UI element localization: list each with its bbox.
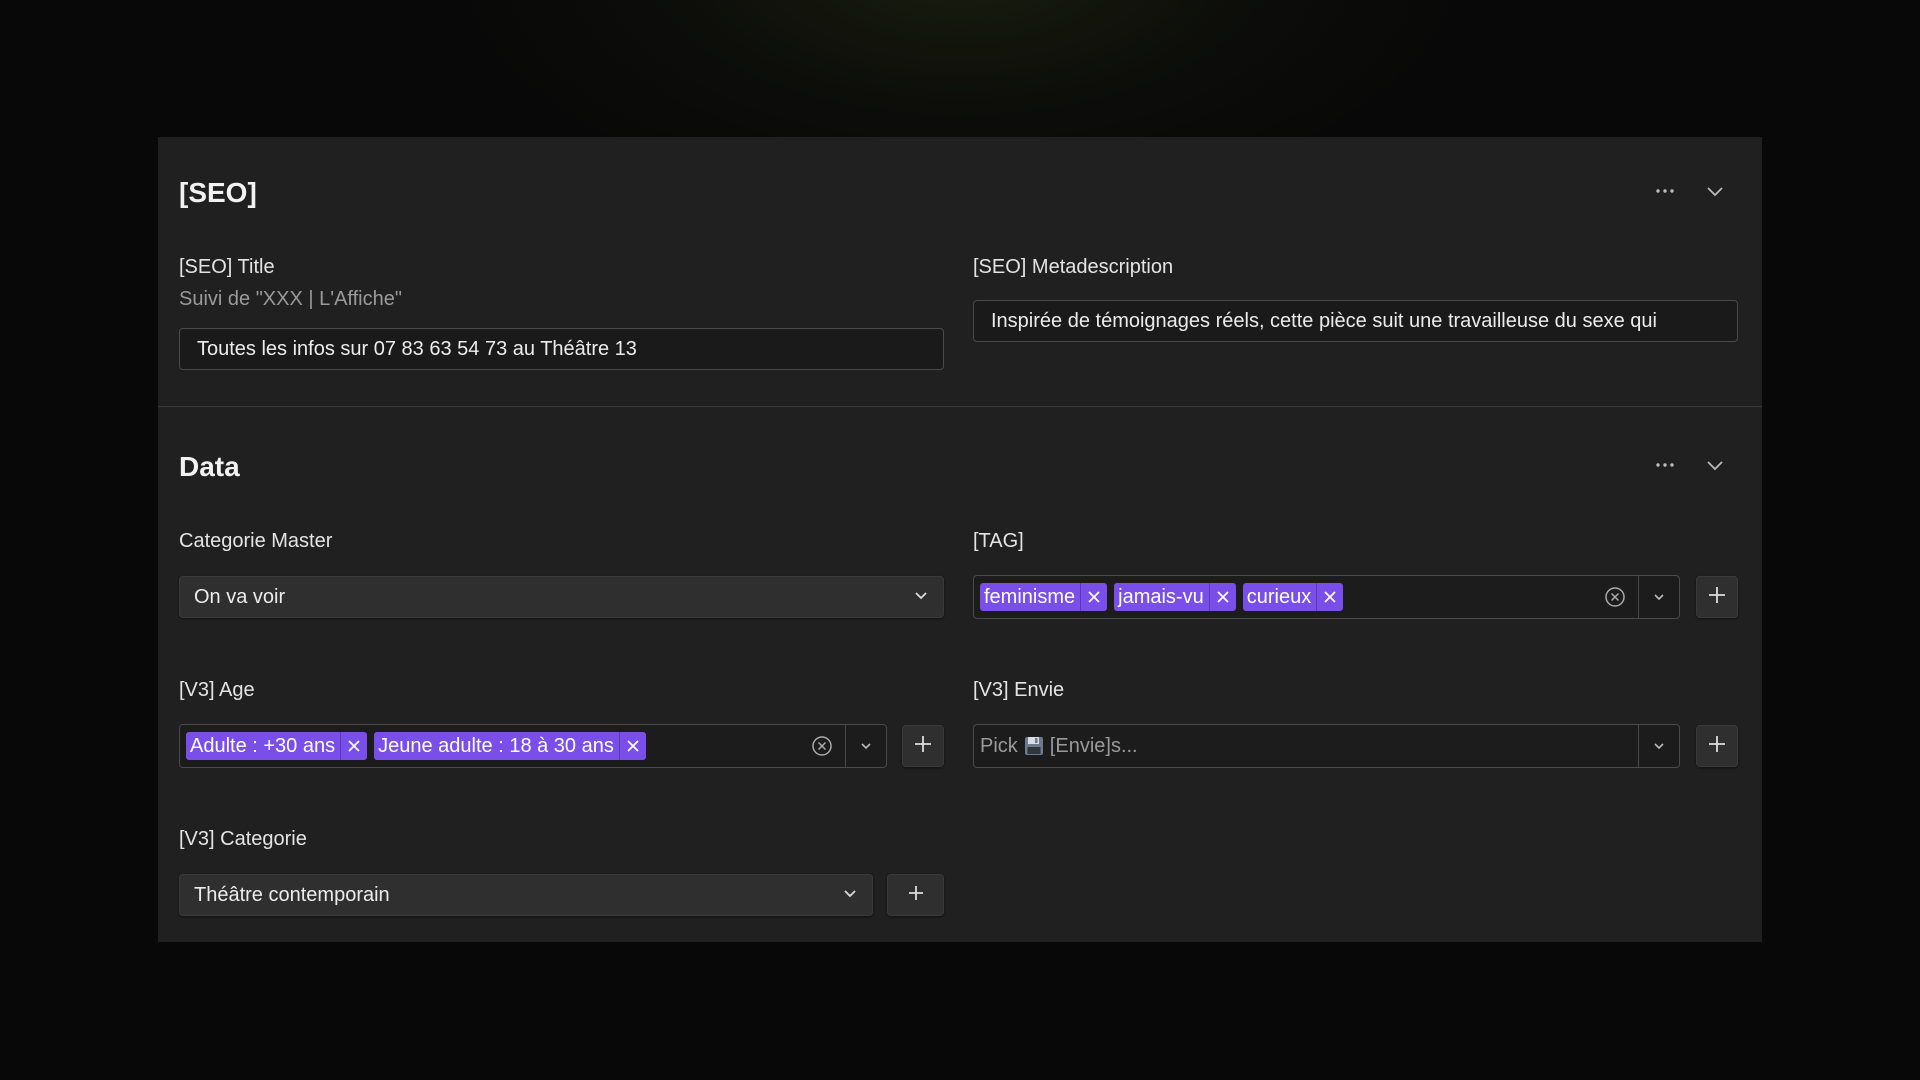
age-label: [V3] Age	[179, 679, 255, 701]
envie-placeholder-suffix: [Envie]s...	[1049, 734, 1138, 757]
tag-chip-label: curieux	[1246, 585, 1312, 608]
categorie-label: [V3] Categorie	[179, 828, 307, 850]
seo-metadescription-label: [SEO] Metadescription	[973, 256, 1174, 278]
chevron-down-icon[interactable]	[1639, 725, 1679, 767]
section-title-seo: [SEO]	[179, 177, 257, 208]
envie-multiselect[interactable]: Pick [Envie]s...	[973, 724, 1680, 768]
tag-chip: curieux	[1242, 583, 1344, 611]
section-actions	[1654, 180, 1726, 202]
add-categorie-button[interactable]	[887, 874, 944, 916]
collapse-chevron-icon[interactable]	[1704, 454, 1726, 476]
tag-multiselect[interactable]: feminisme jamais-vu curieux	[973, 575, 1680, 619]
age-tag-list: Adulte : +30 ans Jeune adulte : 18 à 30 …	[180, 732, 809, 760]
tag-label: [TAG]	[973, 530, 1024, 552]
tag-chip: jamais-vu	[1114, 583, 1236, 611]
close-icon[interactable]	[1316, 583, 1343, 611]
seo-title-label: [SEO] Title	[179, 256, 275, 278]
tag-chip: Jeune adulte : 18 à 30 ans	[374, 732, 646, 760]
close-icon[interactable]	[1080, 583, 1107, 611]
data-section: Data Categorie Master On va voir [TAG] f…	[158, 408, 1762, 942]
plus-icon	[1706, 584, 1728, 611]
categorie-master-value: On va voir	[194, 585, 286, 608]
add-envie-button[interactable]	[1696, 725, 1738, 767]
close-icon[interactable]	[340, 732, 367, 760]
tag-list: feminisme jamais-vu curieux	[974, 583, 1602, 611]
tag-chip: Adulte : +30 ans	[186, 732, 368, 760]
seo-title-hint: Suivi de "XXX | L'Affiche"	[179, 288, 402, 310]
chevron-down-icon	[842, 884, 858, 907]
add-age-button[interactable]	[902, 725, 944, 767]
chevron-down-icon	[913, 586, 929, 609]
categorie-master-label: Categorie Master	[179, 530, 333, 552]
seo-section: [SEO] [SEO] Title Suivi de "XXX | L'Affi…	[158, 137, 1762, 407]
chevron-down-icon[interactable]	[846, 725, 886, 767]
plus-icon	[907, 884, 925, 907]
tag-chip: feminisme	[980, 583, 1108, 611]
age-multiselect[interactable]: Adulte : +30 ans Jeune adulte : 18 à 30 …	[179, 724, 887, 768]
collapse-chevron-icon[interactable]	[1704, 180, 1726, 202]
section-actions	[1654, 454, 1726, 476]
plus-icon	[912, 733, 934, 760]
envie-placeholder: Pick [Envie]s...	[974, 735, 1638, 758]
tag-chip-label: Jeune adulte : 18 à 30 ans	[378, 734, 614, 757]
more-icon[interactable]	[1654, 454, 1676, 476]
seo-title-input[interactable]: Toutes les infos sur 07 83 63 54 73 au T…	[179, 328, 944, 370]
envie-label: [V3] Envie	[973, 679, 1065, 701]
more-icon[interactable]	[1654, 180, 1676, 202]
add-tag-button[interactable]	[1696, 576, 1738, 618]
floppy-disk-icon	[1024, 736, 1044, 756]
clear-circle-icon[interactable]	[809, 733, 835, 759]
tag-chip-label: jamais-vu	[1118, 585, 1204, 608]
tag-chip-label: Adulte : +30 ans	[190, 734, 336, 757]
categorie-select[interactable]: Théâtre contemporain	[179, 874, 873, 916]
tag-chip-label: feminisme	[984, 585, 1076, 608]
close-icon[interactable]	[1208, 583, 1236, 611]
seo-metadescription-input[interactable]: Inspirée de témoignages réels, cette piè…	[973, 300, 1738, 342]
categorie-master-select[interactable]: On va voir	[179, 576, 944, 618]
plus-icon	[1706, 733, 1728, 760]
categorie-value: Théâtre contemporain	[194, 883, 390, 906]
chevron-down-icon[interactable]	[1639, 576, 1679, 618]
section-title-data: Data	[179, 451, 240, 482]
editor-panel: [SEO] [SEO] Title Suivi de "XXX | L'Affi…	[158, 137, 1762, 942]
envie-placeholder-prefix: Pick	[980, 734, 1018, 757]
clear-circle-icon[interactable]	[1602, 584, 1628, 610]
close-icon[interactable]	[618, 732, 646, 760]
